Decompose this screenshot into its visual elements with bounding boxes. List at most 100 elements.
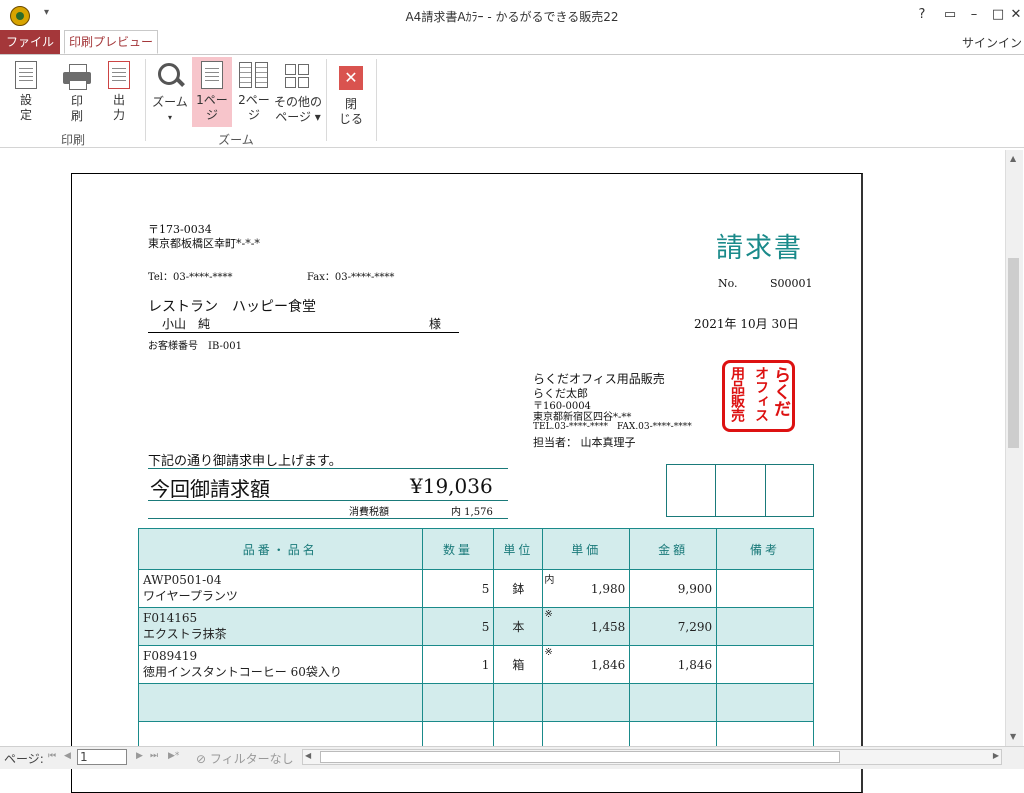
column-header-amount: 金額 bbox=[629, 528, 718, 570]
customer-number: お客様番号 IB-001 bbox=[148, 341, 242, 352]
tab-file[interactable]: ファイル bbox=[0, 30, 60, 54]
group-separator bbox=[376, 59, 377, 141]
zoom-button[interactable]: ズーム ▾ bbox=[150, 57, 190, 127]
invoice-items-table: 品番・品名 数量 単位 単価 金額 備考 AWP0501-04 ワイヤープランツ … bbox=[138, 528, 814, 760]
title-bar: ▾ A4請求書Aｶﾗｰ - かるがるできる販売22 ? ▭ – □ ✕ bbox=[0, 0, 1024, 30]
scroll-right-icon[interactable]: ▶ bbox=[993, 751, 999, 760]
ribbon-display-options-icon[interactable]: ▭ bbox=[938, 4, 962, 26]
close-window-button[interactable]: ✕ bbox=[1004, 4, 1024, 26]
item-cell: F014165 エクストラ抹茶 bbox=[138, 607, 423, 646]
column-header-unit: 単位 bbox=[493, 528, 544, 570]
issuer-tel-fax: TEL.03-****-**** FAX.03-****-**** bbox=[533, 422, 692, 432]
next-page-icon[interactable]: ▶ bbox=[136, 751, 143, 761]
page-setup-button[interactable]: 設 定 bbox=[6, 57, 46, 127]
page-setup-icon bbox=[15, 61, 37, 89]
amount-cell: 9,900 bbox=[629, 569, 718, 608]
note-cell bbox=[716, 607, 814, 646]
column-header-note: 備考 bbox=[716, 528, 814, 570]
customer-person: 小山 純 bbox=[162, 317, 211, 331]
price-cell: ※ 1,846 bbox=[542, 645, 631, 684]
unit-cell: 本 bbox=[493, 607, 544, 646]
tab-print-preview[interactable]: 印刷プレビュー bbox=[64, 30, 158, 54]
item-code: F089419 bbox=[143, 649, 198, 663]
window-title: A4請求書Aｶﾗｰ - かるがるできる販売22 bbox=[405, 10, 619, 24]
page-number-input[interactable]: 1 bbox=[77, 749, 127, 765]
first-page-icon[interactable]: ⏮ bbox=[48, 751, 56, 761]
amount-value: ¥19,036 bbox=[410, 474, 493, 498]
invoice-no-value: S00001 bbox=[770, 277, 813, 290]
unit-cell: 箱 bbox=[493, 645, 544, 684]
invoice-no-label: No. bbox=[718, 277, 738, 290]
quantity-cell: 1 bbox=[421, 645, 495, 684]
tax-label: 消費税額 bbox=[349, 507, 389, 518]
close-icon: ✕ bbox=[339, 66, 363, 90]
new-record-icon[interactable]: ▶* bbox=[168, 751, 179, 761]
last-page-icon[interactable]: ⏭ bbox=[150, 751, 158, 761]
help-button[interactable]: ? bbox=[910, 4, 934, 26]
column-header-item: 品番・品名 bbox=[138, 528, 423, 570]
group-separator bbox=[326, 59, 327, 141]
unit-price: 1,980 bbox=[590, 581, 626, 596]
table-row: F014165 エクストラ抹茶 5 本 ※ 1,458 7,290 bbox=[138, 607, 814, 646]
printer-icon bbox=[63, 64, 91, 90]
filter-label: フィルターなし bbox=[209, 752, 294, 766]
magnifier-icon bbox=[156, 61, 185, 91]
group-label-zoom: ズーム bbox=[218, 133, 254, 147]
unit-price: 1,846 bbox=[590, 657, 626, 672]
filter-off-icon: ⊘ bbox=[196, 752, 207, 766]
item-code: F014165 bbox=[143, 611, 198, 625]
staff-name: 担当者： 山本真理子 bbox=[533, 436, 636, 449]
item-name: 徳用インスタントコーヒー 60袋入り bbox=[143, 665, 342, 679]
invoice-title: 請求書 bbox=[716, 233, 803, 264]
scroll-down-icon[interactable]: ▼ bbox=[1010, 732, 1016, 741]
seal-boxes bbox=[666, 464, 814, 517]
column-header-unit-price: 単価 bbox=[542, 528, 631, 570]
price-cell: 内 1,980 bbox=[542, 569, 631, 608]
signin-link[interactable]: サインイン bbox=[962, 34, 1022, 51]
page-label: ページ: bbox=[4, 752, 44, 766]
item-code: AWP0501-04 bbox=[143, 573, 222, 587]
output-button[interactable]: 出 力 bbox=[99, 57, 139, 127]
price-cell: ※ 1,458 bbox=[542, 607, 631, 646]
tax-mark: ※ bbox=[544, 609, 553, 620]
multi-page-icon bbox=[284, 61, 312, 91]
amount-divider bbox=[148, 499, 508, 501]
more-pages-button[interactable]: その他の ページ ▾ bbox=[274, 57, 322, 127]
scroll-up-icon[interactable]: ▲ bbox=[1010, 154, 1016, 163]
ribbon: 設 定 印 刷 出 力 印刷 ズーム ▾ 1ペー ジ 2ペー ジ その他の ペー… bbox=[0, 55, 1024, 148]
note-cell bbox=[716, 645, 814, 684]
item-name: ワイヤープランツ bbox=[143, 589, 238, 603]
two-page-icon bbox=[239, 62, 269, 88]
item-cell: AWP0501-04 ワイヤープランツ bbox=[138, 569, 423, 608]
group-separator bbox=[145, 59, 146, 141]
vertical-scrollbar[interactable]: ▲ ▼ bbox=[1005, 150, 1023, 746]
two-page-button[interactable]: 2ペー ジ bbox=[234, 57, 274, 127]
group-label-print: 印刷 bbox=[60, 133, 85, 147]
quantity-cell: 5 bbox=[421, 569, 495, 608]
company-seal-stamp: らくだ オフィス 用品販売 bbox=[722, 360, 795, 432]
scroll-left-icon[interactable]: ◀ bbox=[305, 751, 311, 760]
vertical-scroll-thumb[interactable] bbox=[1008, 258, 1019, 448]
honorific: 様 bbox=[429, 317, 442, 331]
sender-fax: Fax：03-****-**** bbox=[307, 272, 395, 283]
tax-divider bbox=[148, 517, 508, 519]
intro-text: 下記の通り御請求申し上げます。 bbox=[148, 450, 508, 469]
item-cell: F089419 徳用インスタントコーヒー 60袋入り bbox=[138, 645, 423, 684]
filter-status[interactable]: ⊘ フィルターなし bbox=[196, 750, 294, 767]
tax-mark: ※ bbox=[544, 647, 553, 658]
record-navigation-bar: ページ: ⏮ ◀ 1 ▶ ⏭ ▶* ⊘ フィルターなし ◀ ▶ bbox=[0, 746, 1024, 769]
quantity-cell: 5 bbox=[421, 607, 495, 646]
unit-price: 1,458 bbox=[590, 619, 626, 634]
close-preview-button[interactable]: ✕ 閉 じる bbox=[332, 57, 370, 127]
invoice-date: 2021年 10月 30日 bbox=[694, 317, 799, 331]
print-button[interactable]: 印 刷 bbox=[57, 57, 97, 127]
minimize-button[interactable]: – bbox=[962, 4, 986, 26]
table-header-row: 品番・品名 数量 単位 単価 金額 備考 bbox=[138, 528, 814, 570]
customer-name-line: 小山 純 様 bbox=[148, 315, 459, 333]
one-page-button[interactable]: 1ペー ジ bbox=[192, 57, 232, 127]
table-row bbox=[138, 683, 814, 722]
amount-cell: 7,290 bbox=[629, 607, 718, 646]
previous-page-icon[interactable]: ◀ bbox=[64, 751, 71, 761]
horizontal-scroll-thumb[interactable] bbox=[320, 751, 840, 763]
single-page-icon bbox=[201, 61, 223, 89]
